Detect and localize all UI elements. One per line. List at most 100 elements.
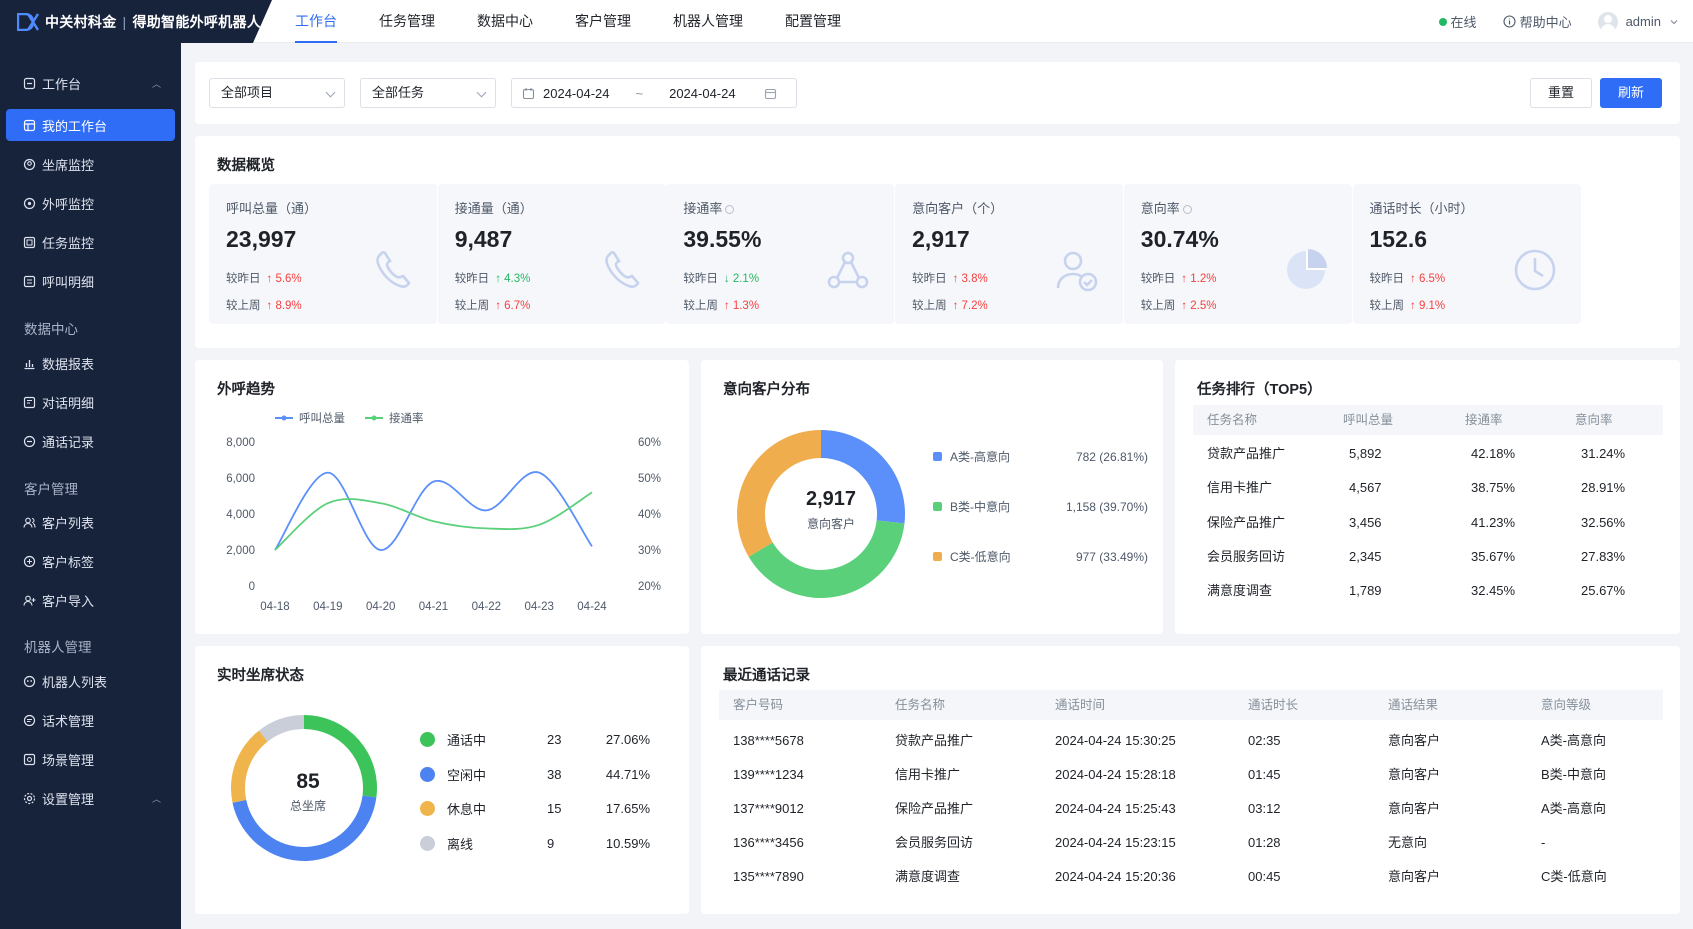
compare-value: ↑ 3.8% <box>952 273 988 285</box>
sidebar-item-script-mgmt[interactable]: 话术管理 <box>6 704 175 736</box>
legend-item[interactable]: 通话中 23 27.06% <box>420 730 650 749</box>
panel-title: 数据概览 <box>217 158 275 174</box>
table-cell: 2,345 <box>1349 548 1382 564</box>
table-row[interactable]: 满意度调查 1,789 32.45% 25.67% <box>1193 576 1663 606</box>
table-row[interactable]: 会员服务回访 2,345 35.67% 27.83% <box>1193 542 1663 572</box>
table-row[interactable]: 137****9012 保险产品推广 2024-04-24 15:25:43 03:1… <box>719 794 1663 824</box>
reset-button[interactable]: 重置 <box>1530 78 1592 108</box>
col-header: 任务名称 <box>1207 413 1258 427</box>
help-center-link[interactable]: 帮助中心 <box>1503 12 1572 31</box>
sidebar-item-workbench[interactable]: 工作台 ︿ <box>6 67 175 99</box>
status-name: 离线 <box>447 836 474 852</box>
table-cell: 00:45 <box>1248 869 1281 884</box>
table-cell: 信用卡推广 <box>1207 480 1273 496</box>
compare-label: 较上周 <box>912 300 947 312</box>
y-left-tick: 4,000 <box>226 509 255 521</box>
kpi-week-compare: 较上周 ↑ 7.2% <box>912 297 988 313</box>
brand[interactable]: 中关村科金 | 得助智能外呼机器人 <box>0 0 272 43</box>
table-row[interactable]: 139****1234 信用卡推广 2024-04-24 15:28:18 01:45… <box>719 760 1663 790</box>
date-end[interactable]: 2024-04-24 <box>669 86 736 101</box>
date-range-picker[interactable]: 2024-04-24 ~ 2024-04-24 <box>511 78 797 108</box>
sidebar-item-task-monitor[interactable]: 任务监控 <box>6 226 175 258</box>
sidebar-item-dialog-detail[interactable]: 对话明细 <box>6 386 175 418</box>
sidebar-item-call-record[interactable]: 通话记录 <box>6 425 175 457</box>
sidebar-group-data-center: 数据中心 <box>24 322 78 337</box>
table-cell: 136****3456 <box>733 835 804 850</box>
kpi-week-compare: 较上周 ↑ 2.5% <box>1141 297 1217 313</box>
legend-item[interactable]: A类-高意向 782 (26.81%) <box>933 448 1148 465</box>
refresh-button[interactable]: 刷新 <box>1600 78 1662 108</box>
col-header: 任务名称 <box>895 698 946 712</box>
sidebar-item-call-detail[interactable]: 呼叫明细 <box>6 265 175 297</box>
legend-swatch <box>933 502 942 511</box>
sidebar-item-label: 外呼监控 <box>42 196 95 212</box>
chevron-down-icon <box>1670 19 1678 24</box>
info-icon[interactable] <box>725 205 735 215</box>
user-menu[interactable]: admin <box>1597 11 1679 32</box>
sidebar-item-customer-import[interactable]: 客户导入 <box>6 584 175 616</box>
recent-calls-panel: 最近通话记录 客户号码 任务名称 通话时间 通话时长 通话结果 意向等级 138… <box>701 646 1680 914</box>
legend-label[interactable]: 接通率 <box>389 411 424 425</box>
panel-title: 意向客户分布 <box>723 382 810 398</box>
sidebar-item-label: 客户列表 <box>42 515 95 531</box>
sidebar-item-outbound-monitor[interactable]: 外呼监控 <box>6 187 175 219</box>
online-status[interactable]: 在线 <box>1438 12 1477 31</box>
sidebar-item-customer-tag[interactable]: 客户标签 <box>6 545 175 577</box>
nav-customer-mgmt[interactable]: 客户管理 <box>561 0 645 43</box>
date-start[interactable]: 2024-04-24 <box>543 86 610 101</box>
project-select[interactable]: 全部项目 <box>209 78 345 108</box>
sidebar-item-my-workbench[interactable]: 我的工作台 <box>6 109 175 141</box>
status-name: 通话中 <box>447 733 487 748</box>
info-icon[interactable] <box>1182 205 1192 215</box>
nav-data-center[interactable]: 数据中心 <box>463 0 547 43</box>
sidebar-item-seat-monitor[interactable]: 坐席监控 <box>6 148 175 180</box>
legend-value: 1,158 (39.70%) <box>1065 499 1148 514</box>
col-header: 呼叫总量 <box>1343 413 1394 427</box>
nav-robot-mgmt[interactable]: 机器人管理 <box>659 0 757 43</box>
donut-slice[interactable] <box>258 715 304 742</box>
kpi-value: 2,917 <box>912 226 970 252</box>
status-dot <box>420 732 435 747</box>
sidebar-item-label: 对话明细 <box>42 395 95 411</box>
task-select[interactable]: 全部任务 <box>360 78 496 108</box>
sidebar-item-data-report[interactable]: 数据报表 <box>6 347 175 379</box>
legend-item[interactable]: B类-中意向 1,158 (39.70%) <box>933 498 1148 515</box>
table-row[interactable]: 135****7890 满意度调查 2024-04-24 15:20:36 00:45… <box>719 862 1663 892</box>
compare-value: ↑ 6.7% <box>495 300 531 312</box>
compare-label: 较上周 <box>683 300 718 312</box>
legend-value: 782 (26.81%) <box>1075 449 1148 464</box>
table-row[interactable]: 136****3456 会员服务回访 2024-04-24 15:23:15 01:2… <box>719 828 1663 858</box>
legend-item[interactable]: 离线 9 10.59% <box>420 834 650 853</box>
sidebar-item-settings[interactable]: 设置管理 ︿ <box>6 782 175 814</box>
kpi-label: 呼叫总量（通） <box>226 198 317 217</box>
kpi-label: 通话时长（小时） <box>1370 198 1474 217</box>
user-import-icon <box>23 595 36 606</box>
y-right-tick: 30% <box>638 545 661 557</box>
legend-item[interactable]: 空闲中 38 44.71% <box>420 765 650 784</box>
nav-workbench[interactable]: 工作台 <box>281 0 351 43</box>
legend-item[interactable]: C类-低意向 977 (33.49%) <box>933 548 1148 565</box>
status-count: 9 <box>547 835 555 851</box>
table-cell: B类-中意向 <box>1541 767 1607 782</box>
online-status-label: 在线 <box>1450 15 1477 30</box>
col-header: 通话时间 <box>1055 698 1106 712</box>
table-row[interactable]: 保险产品推广 3,456 41.23% 32.56% <box>1193 508 1663 538</box>
sidebar-item-scene-mgmt[interactable]: 场景管理 <box>6 743 175 775</box>
kpi-day-compare: 较昨日 ↑ 3.8% <box>912 270 988 286</box>
calendar-icon[interactable] <box>764 87 777 100</box>
col-header: 客户号码 <box>733 698 784 712</box>
chevron-up-icon: ︿ <box>151 793 161 804</box>
sidebar-item-customer-list[interactable]: 客户列表 <box>6 506 175 538</box>
sidebar-item-robot-list[interactable]: 机器人列表 <box>6 665 175 697</box>
table-row[interactable]: 信用卡推广 4,567 38.75% 28.91% <box>1193 473 1663 503</box>
table-row[interactable]: 贷款产品推广 5,892 42.18% 31.24% <box>1193 439 1663 469</box>
table-cell: 31.24% <box>1581 446 1626 461</box>
table-row[interactable]: 138****5678 贷款产品推广 2024-04-24 15:30:25 02:3… <box>719 726 1663 756</box>
legend-label[interactable]: 呼叫总量 <box>299 411 345 425</box>
compare-label: 较上周 <box>454 300 490 312</box>
nav-config-mgmt[interactable]: 配置管理 <box>771 0 855 43</box>
compare-value: ↓ 2.1% <box>723 273 760 285</box>
legend-item[interactable]: 休息中 15 17.65% <box>420 799 650 818</box>
kpi-label-text: 呼叫总量（通） <box>226 201 318 216</box>
nav-task-mgmt[interactable]: 任务管理 <box>365 0 449 43</box>
